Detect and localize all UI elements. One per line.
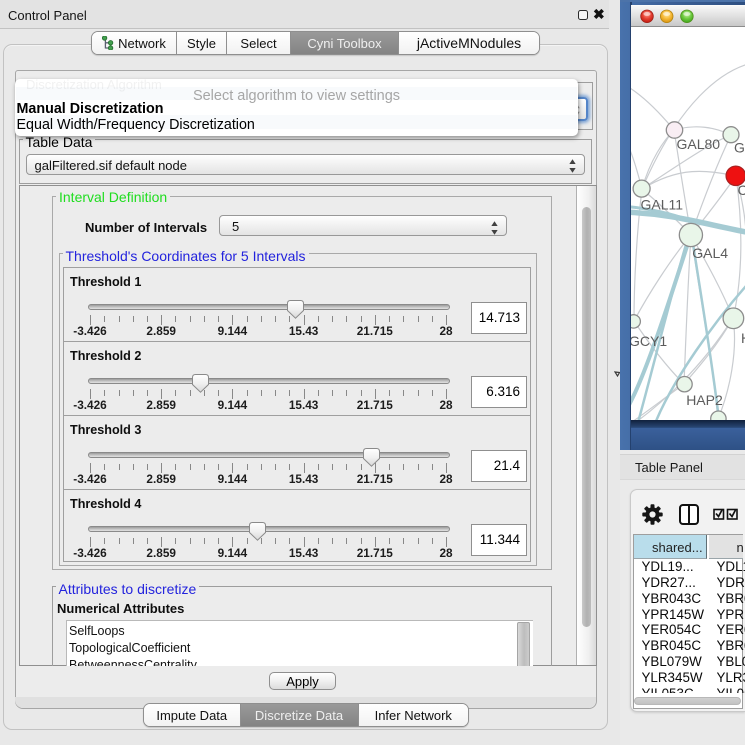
svg-text:C: C [738, 182, 745, 198]
svg-text:GAL11: GAL11 [641, 197, 684, 213]
svg-text:GAL4: GAL4 [692, 245, 728, 261]
svg-text:GAL80: GAL80 [677, 136, 721, 152]
svg-text:HAP2: HAP2 [686, 392, 723, 408]
svg-text:H: H [741, 330, 745, 346]
svg-text:G.: G. [734, 139, 745, 155]
svg-text:GCY1: GCY1 [631, 333, 667, 349]
